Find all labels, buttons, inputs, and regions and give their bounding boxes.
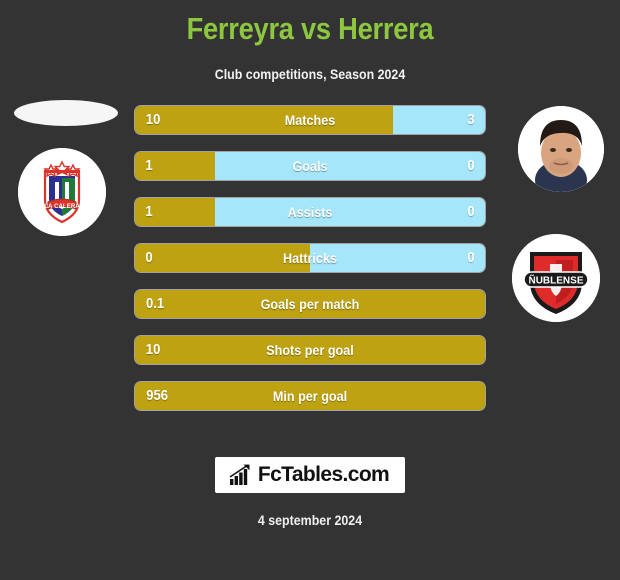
footer: FcTables.com 4 september 2024 bbox=[0, 457, 620, 528]
fctables-logo-text: FcTables.com bbox=[257, 463, 390, 486]
left-player-photo bbox=[14, 100, 118, 126]
stat-label: Goals bbox=[292, 158, 328, 174]
bar-chart-icon bbox=[229, 464, 250, 485]
page-title: Ferreyra vs Herrera bbox=[186, 11, 434, 46]
right-player-photo bbox=[518, 106, 604, 192]
svg-text:LA CALERA: LA CALERA bbox=[44, 203, 80, 210]
table-row[interactable]: 10 Matches 3 bbox=[135, 106, 485, 134]
footer-date: 4 september 2024 bbox=[257, 513, 363, 528]
union-la-calera-badge-icon: LA CALERA bbox=[18, 148, 106, 236]
fctables-logo[interactable]: FcTables.com bbox=[214, 457, 406, 493]
table-row[interactable]: 1 Assists 0 bbox=[135, 198, 485, 226]
nublense-badge-icon: ÑUBLENSE bbox=[512, 234, 600, 322]
header: Ferreyra vs Herrera Club competitions, S… bbox=[0, 0, 620, 84]
page-subtitle: Club competitions, Season 2024 bbox=[214, 67, 406, 82]
table-row[interactable]: 1 Goals 0 bbox=[135, 152, 485, 180]
stat-label: Min per goal bbox=[272, 388, 348, 404]
table-row[interactable]: 0 Hattricks 0 bbox=[135, 244, 485, 272]
table-row[interactable]: 10 Shots per goal bbox=[135, 336, 485, 364]
svg-text:ÑUBLENSE: ÑUBLENSE bbox=[528, 273, 583, 286]
right-value: 0 bbox=[467, 158, 475, 174]
right-value: 0 bbox=[467, 204, 475, 220]
stat-label: Matches bbox=[284, 112, 336, 128]
stat-label: Hattricks bbox=[283, 250, 337, 266]
comparison-stage: LA CALERA ÑUBLENSE 10 Matches 3 1 Goals … bbox=[0, 100, 620, 436]
right-player-column: ÑUBLENSE bbox=[490, 106, 620, 436]
right-value: 3 bbox=[467, 112, 475, 128]
table-row[interactable]: 956 Min per goal bbox=[135, 382, 485, 410]
stat-label: Shots per goal bbox=[266, 342, 354, 358]
stat-label: Goals per match bbox=[260, 296, 360, 312]
right-club-badge[interactable]: ÑUBLENSE bbox=[512, 234, 600, 322]
left-player-column: LA CALERA bbox=[0, 100, 130, 436]
stat-label: Assists bbox=[287, 204, 333, 220]
left-club-badge[interactable]: LA CALERA bbox=[18, 148, 106, 236]
right-value: 0 bbox=[467, 250, 475, 266]
stats-bar-list: 10 Matches 3 1 Goals 0 1 Assists 0 0 Hat… bbox=[135, 106, 485, 428]
player-portrait-icon bbox=[518, 106, 604, 192]
table-row[interactable]: 0.1 Goals per match bbox=[135, 290, 485, 318]
